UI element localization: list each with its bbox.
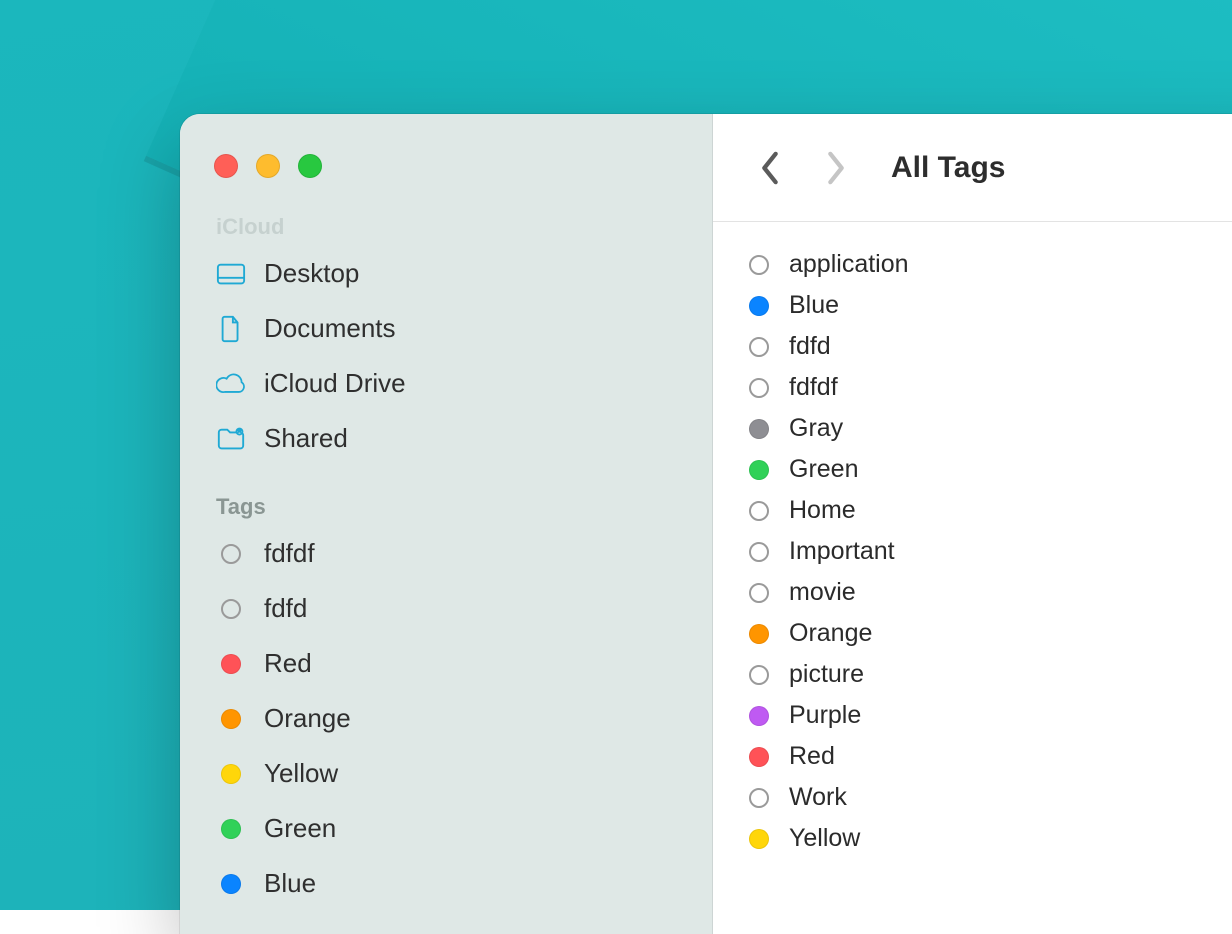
tag-color-icon [747, 378, 771, 398]
tag-color-icon [216, 874, 246, 894]
finder-window: iCloud Desktop Documents [180, 114, 1232, 934]
tag-color-icon [747, 460, 771, 480]
tag-row[interactable]: Work [747, 777, 1232, 818]
tag-label: Blue [789, 291, 839, 320]
tag-label: Green [789, 455, 858, 484]
tag-color-icon [747, 255, 771, 275]
sidebar: iCloud Desktop Documents [180, 114, 713, 934]
tag-row[interactable]: movie [747, 572, 1232, 613]
tag-row[interactable]: Green [747, 449, 1232, 490]
tag-color-icon [216, 709, 246, 729]
tag-list: application Blue fdfd fdfdf Gray Green [713, 222, 1232, 881]
sidebar-item-label: fdfdf [264, 538, 315, 569]
tag-color-icon [216, 544, 246, 564]
tag-color-icon [747, 706, 771, 726]
tag-label: Red [789, 742, 835, 771]
sidebar-tag-item[interactable]: Blue [180, 856, 712, 911]
tag-color-icon [747, 747, 771, 767]
sidebar-tag-item[interactable]: fdfd [180, 581, 712, 636]
tag-color-icon [747, 624, 771, 644]
window-close-button[interactable] [214, 154, 238, 178]
tag-color-icon [216, 654, 246, 674]
tag-color-icon [747, 788, 771, 808]
sidebar-section-icloud: iCloud [180, 208, 712, 246]
sidebar-tag-item[interactable]: Green [180, 801, 712, 856]
desktop-icon [216, 260, 246, 288]
tag-label: Home [789, 496, 856, 525]
tag-color-icon [747, 583, 771, 603]
sidebar-item-desktop[interactable]: Desktop [180, 246, 712, 301]
sidebar-item-label: Yellow [264, 758, 338, 789]
tag-label: Purple [789, 701, 861, 730]
tag-row[interactable]: Gray [747, 408, 1232, 449]
sidebar-item-label: Shared [264, 423, 348, 454]
tag-row[interactable]: Blue [747, 285, 1232, 326]
tag-row[interactable]: picture [747, 654, 1232, 695]
page-title: All Tags [891, 151, 1005, 185]
tag-color-icon [747, 829, 771, 849]
tag-row[interactable]: Important [747, 531, 1232, 572]
cloud-icon [216, 370, 246, 398]
shared-folder-icon [216, 425, 246, 453]
sidebar-item-label: iCloud Drive [264, 368, 406, 399]
tag-row[interactable]: Home [747, 490, 1232, 531]
tag-row[interactable]: fdfdf [747, 367, 1232, 408]
sidebar-tag-item[interactable]: Orange [180, 691, 712, 746]
sidebar-tag-item[interactable]: Yellow [180, 746, 712, 801]
sidebar-item-label: fdfd [264, 593, 307, 624]
sidebar-section-tags: Tags [180, 488, 712, 526]
tag-color-icon [747, 542, 771, 562]
window-minimize-button[interactable] [256, 154, 280, 178]
sidebar-item-label: Green [264, 813, 336, 844]
sidebar-item-label: Blue [264, 868, 316, 899]
tag-color-icon [747, 665, 771, 685]
tag-row[interactable]: fdfd [747, 326, 1232, 367]
sidebar-tag-item[interactable]: Red [180, 636, 712, 691]
toolbar: All Tags [713, 114, 1232, 222]
tag-color-icon [747, 296, 771, 316]
tag-label: application [789, 250, 909, 279]
window-maximize-button[interactable] [298, 154, 322, 178]
tag-color-icon [216, 764, 246, 784]
tag-label: movie [789, 578, 856, 607]
content-pane: All Tags application Blue fdfd fdfdf Gra… [713, 114, 1232, 934]
tag-label: fdfd [789, 332, 831, 361]
tag-row[interactable]: Orange [747, 613, 1232, 654]
tag-row[interactable]: Purple [747, 695, 1232, 736]
tag-label: Orange [789, 619, 872, 648]
tag-row[interactable]: Yellow [747, 818, 1232, 859]
sidebar-tag-item[interactable]: fdfdf [180, 526, 712, 581]
tag-row[interactable]: application [747, 244, 1232, 285]
sidebar-item-label: Red [264, 648, 312, 679]
sidebar-item-label: Documents [264, 313, 396, 344]
tag-label: picture [789, 660, 864, 689]
sidebar-item-documents[interactable]: Documents [180, 301, 712, 356]
sidebar-item-label: Orange [264, 703, 351, 734]
tag-label: Work [789, 783, 847, 812]
tag-color-icon [747, 419, 771, 439]
sidebar-item-shared[interactable]: Shared [180, 411, 712, 466]
tag-label: Yellow [789, 824, 860, 853]
tag-label: Important [789, 537, 895, 566]
tag-color-icon [216, 819, 246, 839]
tag-color-icon [747, 501, 771, 521]
tag-label: fdfdf [789, 373, 838, 402]
tag-color-icon [216, 599, 246, 619]
tag-color-icon [747, 337, 771, 357]
tag-label: Gray [789, 414, 843, 443]
sidebar-item-label: Desktop [264, 258, 359, 289]
back-button[interactable] [753, 142, 787, 194]
window-controls [214, 154, 322, 178]
tag-row[interactable]: Red [747, 736, 1232, 777]
forward-button[interactable] [819, 142, 853, 194]
document-icon [216, 315, 246, 343]
sidebar-item-icloud-drive[interactable]: iCloud Drive [180, 356, 712, 411]
